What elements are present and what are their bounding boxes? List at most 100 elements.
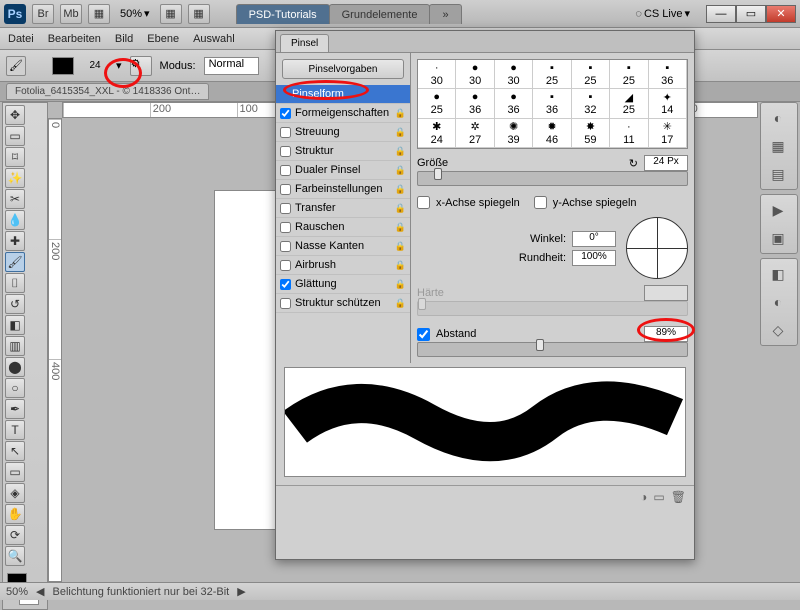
brush-tip-item[interactable]: ✳17 xyxy=(649,119,687,148)
brush-option-formeigenschaften[interactable]: Formeigenschaften🔒 xyxy=(276,104,410,123)
styles-panel-icon[interactable]: ▤ xyxy=(764,162,792,186)
brush-tip-item[interactable]: ▪36 xyxy=(649,60,687,89)
brush-option-farbeinstellungen[interactable]: Farbeinstellungen🔒 xyxy=(276,180,410,199)
lock-icon[interactable]: 🔒 xyxy=(395,108,406,119)
heal-tool[interactable]: ✚ xyxy=(5,231,25,251)
brush-option-transfer[interactable]: Transfer🔒 xyxy=(276,199,410,218)
brush-option-dualer-pinsel[interactable]: Dualer Pinsel🔒 xyxy=(276,161,410,180)
rotate-tool[interactable]: ⟳ xyxy=(5,525,25,545)
brush-tip-item[interactable]: ✲27 xyxy=(456,119,494,148)
brush-tip-item[interactable]: ▪36 xyxy=(533,89,571,118)
menu-ebene[interactable]: Ebene xyxy=(147,33,179,45)
brush-panel-toggle[interactable]: ⚙ xyxy=(130,56,152,76)
brush-tip-item[interactable]: ▪25 xyxy=(533,60,571,89)
brush-option-struktur-schützen[interactable]: Struktur schützen🔒 xyxy=(276,294,410,313)
brush-option-checkbox[interactable] xyxy=(280,279,291,290)
brush-option-checkbox[interactable] xyxy=(280,127,291,138)
brush-option-checkbox[interactable] xyxy=(280,260,291,271)
brush-option-checkbox[interactable] xyxy=(280,108,291,119)
brush-tip-item[interactable]: ▪32 xyxy=(572,89,610,118)
spacing-checkbox[interactable] xyxy=(417,328,430,341)
layers-panel-icon[interactable]: ◧ xyxy=(764,262,792,286)
zoom-tool[interactable]: 🔍 xyxy=(5,546,25,566)
zoom-select[interactable]: 50% ▾ xyxy=(116,7,154,20)
brush-option-struktur[interactable]: Struktur🔒 xyxy=(276,142,410,161)
adjustments-panel-icon[interactable]: ▶ xyxy=(764,198,792,222)
path-tool[interactable]: ↖ xyxy=(5,441,25,461)
brush-option-streuung[interactable]: Streuung🔒 xyxy=(276,123,410,142)
brush-tool[interactable]: 🖌 xyxy=(5,252,25,272)
shape-tool[interactable]: ▭ xyxy=(5,462,25,482)
extras-button[interactable]: ▦ xyxy=(188,4,210,24)
dodge-tool[interactable]: ○ xyxy=(5,378,25,398)
brush-tip-item[interactable]: ▪25 xyxy=(610,60,648,89)
lock-icon[interactable]: 🔒 xyxy=(395,146,406,157)
brush-tip-item[interactable]: ✦14 xyxy=(649,89,687,118)
paths-panel-icon[interactable]: ◇ xyxy=(764,318,792,342)
pen-tool[interactable]: ✒ xyxy=(5,399,25,419)
brush-tip-list[interactable]: ·30●30●30▪25▪25▪25▪36●25●36●36▪36▪32◢25✦… xyxy=(417,59,688,149)
3d-tool[interactable]: ◈ xyxy=(5,483,25,503)
brush-option-glättung[interactable]: Glättung🔒 xyxy=(276,275,410,294)
brush-tip-item[interactable]: ●30 xyxy=(456,60,494,89)
move-tool[interactable]: ✥ xyxy=(5,105,25,125)
type-tool[interactable]: T xyxy=(5,420,25,440)
lock-icon[interactable]: 🔒 xyxy=(395,241,406,252)
brush-tip-item[interactable]: ·30 xyxy=(418,60,456,89)
menu-auswahl[interactable]: Auswahl xyxy=(193,33,235,45)
hand-tool[interactable]: ✋ xyxy=(5,504,25,524)
brush-option-pinselform[interactable]: Pinselform xyxy=(276,85,410,104)
lock-icon[interactable]: 🔒 xyxy=(395,279,406,290)
brush-option-checkbox[interactable] xyxy=(280,298,291,309)
lock-icon[interactable]: 🔒 xyxy=(395,203,406,214)
brush-option-rauschen[interactable]: Rauschen🔒 xyxy=(276,218,410,237)
angle-widget[interactable] xyxy=(626,217,688,279)
brush-option-nasse-kanten[interactable]: Nasse Kanten🔒 xyxy=(276,237,410,256)
brush-tip-item[interactable]: ●36 xyxy=(495,89,533,118)
new-brush-icon[interactable]: ▭ xyxy=(653,490,664,504)
eyedropper-tool[interactable]: 💧 xyxy=(5,210,25,230)
brush-option-checkbox[interactable] xyxy=(280,165,291,176)
delete-brush-icon[interactable]: 🗑 xyxy=(671,490,686,504)
marquee-tool[interactable]: ▭ xyxy=(5,126,25,146)
flipy-checkbox[interactable] xyxy=(534,196,547,209)
lock-icon[interactable]: 🔒 xyxy=(395,165,406,176)
brush-tip-item[interactable]: ●30 xyxy=(495,60,533,89)
masks-panel-icon[interactable]: ▣ xyxy=(764,226,792,250)
brush-panel-tab[interactable]: Pinsel xyxy=(280,34,329,52)
menu-bearbeiten[interactable]: Bearbeiten xyxy=(48,33,101,45)
brush-option-checkbox[interactable] xyxy=(280,203,291,214)
brush-option-checkbox[interactable] xyxy=(280,184,291,195)
brush-option-checkbox[interactable] xyxy=(280,146,291,157)
eraser-tool[interactable]: ◧ xyxy=(5,315,25,335)
color-panel-icon[interactable]: ◐ xyxy=(764,106,792,130)
stamp-tool[interactable]: ⌷ xyxy=(5,273,25,293)
channels-panel-icon[interactable]: ◐ xyxy=(764,290,792,314)
workspace-tab-more[interactable]: » xyxy=(429,4,461,24)
brush-option-checkbox[interactable] xyxy=(280,222,291,233)
brush-tip-item[interactable]: ✱24 xyxy=(418,119,456,148)
brush-option-airbrush[interactable]: Airbrush🔒 xyxy=(276,256,410,275)
arrange-button[interactable]: ▦ xyxy=(160,4,182,24)
menu-datei[interactable]: Datei xyxy=(8,33,34,45)
document-tab[interactable]: Fotolia_6415354_XXL - © 1418336 Ont… xyxy=(6,83,209,100)
menu-bild[interactable]: Bild xyxy=(115,33,133,45)
lock-icon[interactable]: 🔒 xyxy=(395,184,406,195)
spacing-slider[interactable] xyxy=(417,342,688,357)
spacing-input[interactable]: 89% xyxy=(644,326,688,342)
minibridge-button[interactable]: Mb xyxy=(60,4,82,24)
brush-tip-item[interactable]: ◢25 xyxy=(610,89,648,118)
size-slider[interactable] xyxy=(417,171,688,186)
history-brush-tool[interactable]: ↺ xyxy=(5,294,25,314)
blend-mode-select[interactable]: Normal xyxy=(204,57,259,75)
brush-tip-item[interactable]: ▪25 xyxy=(572,60,610,89)
cslive-button[interactable]: ◌ CS Live ▾ xyxy=(631,7,694,20)
bridge-button[interactable]: Br xyxy=(32,4,54,24)
window-minimize-button[interactable]: — xyxy=(706,5,736,23)
brush-tip-item[interactable]: ●25 xyxy=(418,89,456,118)
screenmode-button[interactable]: ▦ xyxy=(88,4,110,24)
brush-tip-item[interactable]: ●36 xyxy=(456,89,494,118)
reset-icon[interactable]: ↻ xyxy=(629,157,638,170)
brush-tip-item[interactable]: ✸59 xyxy=(572,119,610,148)
workspace-tab-psdtutorials[interactable]: PSD-Tutorials xyxy=(236,4,330,24)
